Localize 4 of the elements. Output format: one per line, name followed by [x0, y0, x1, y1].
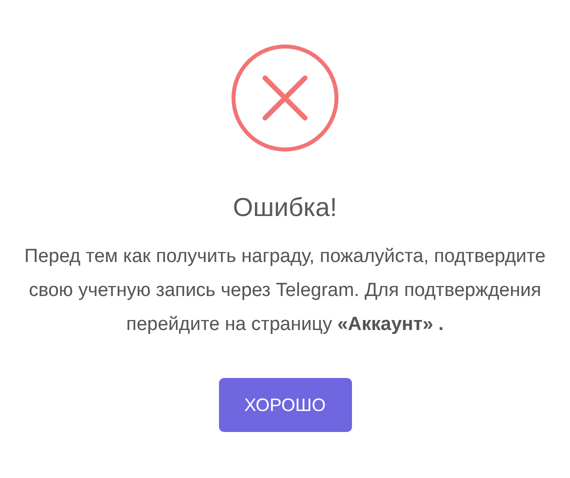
- dialog-message: Перед тем как получить награду, пожалуйста, подтвердите свою учетную запись через Telegram. Для подтверждения перейдите на страницу «Аккаунт» .: [23, 245, 547, 337]
- dialog-title: Ошибка!: [232, 191, 338, 223]
- ok-button[interactable]: ХОРОШО: [218, 378, 352, 432]
- error-icon: [230, 43, 340, 153]
